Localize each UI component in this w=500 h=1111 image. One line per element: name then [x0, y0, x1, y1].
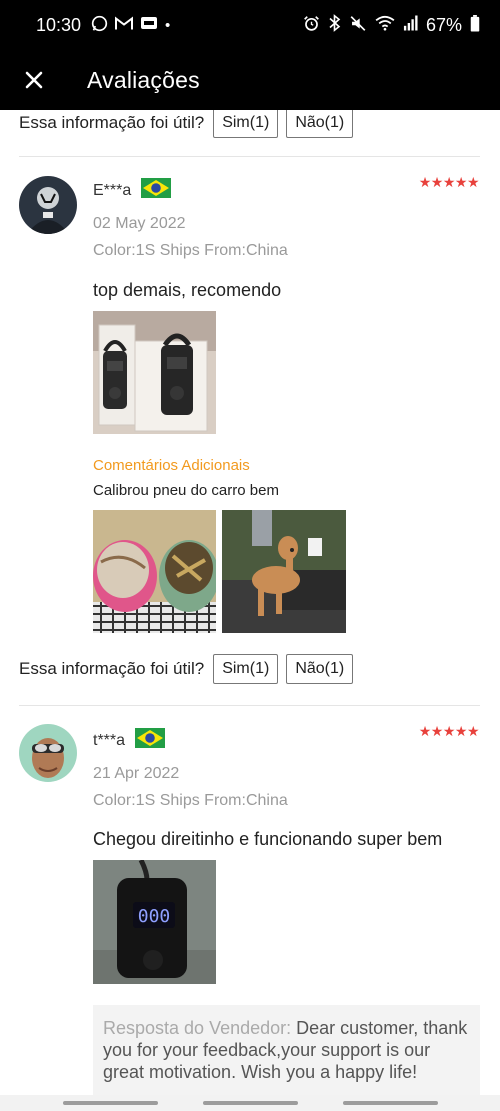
- star-icon: ★: [466, 174, 480, 190]
- star-icon: ★: [430, 723, 444, 739]
- system-nav-bar: [0, 1095, 500, 1111]
- whatsapp-icon: [91, 15, 108, 36]
- review-date: 02 May 2022: [93, 215, 186, 232]
- back-button[interactable]: [342, 1101, 438, 1105]
- app-header: Avaliações: [0, 50, 500, 110]
- helpful-question: Essa informação foi útil?: [19, 659, 205, 678]
- review-text: Chegou direitinho e funcionando super be…: [93, 829, 443, 849]
- star-icon: ★: [418, 723, 432, 739]
- seller-reply-label: Resposta do Vendedor:: [103, 1018, 292, 1038]
- star-icon: ★: [442, 723, 456, 739]
- helpful-yes-button[interactable]: Sim(1): [213, 654, 279, 684]
- dot-icon: •: [165, 16, 171, 34]
- additional-photo[interactable]: [93, 510, 216, 633]
- wifi-icon: [375, 15, 395, 35]
- bluetooth-icon: [328, 14, 341, 36]
- star-icon: ★: [430, 174, 444, 190]
- additional-comments-label: Comentários Adicionais: [93, 457, 250, 474]
- battery-icon: [470, 14, 480, 36]
- star-icon: ★: [466, 723, 480, 739]
- rating-stars: ★★★★★: [418, 723, 480, 740]
- mute-icon: [349, 15, 367, 36]
- review-variant: Color:1S Ships From:China: [93, 242, 288, 259]
- star-icon: ★: [454, 723, 468, 739]
- review-text: top demais, recomendo: [93, 280, 282, 300]
- status-time: 10:30: [36, 14, 82, 35]
- review-variant: Color:1S Ships From:China: [93, 792, 288, 809]
- recents-button[interactable]: [62, 1101, 158, 1105]
- alarm-icon: [303, 15, 320, 36]
- reviews-list[interactable]: Essa informação foi útil? Sim(1) Não(1) …: [0, 110, 500, 1095]
- avatar: [19, 724, 77, 782]
- gmail-icon: [115, 16, 134, 35]
- status-bar: 10:30 • 67%: [0, 0, 500, 50]
- signal-icon: [403, 15, 418, 35]
- seller-reply: Resposta do Vendedor: Dear customer, tha…: [93, 1005, 480, 1095]
- star-icon: ★: [454, 174, 468, 190]
- helpful-yes-button[interactable]: Sim(1): [213, 110, 279, 138]
- brazil-flag-icon: [141, 178, 172, 203]
- star-icon: ★: [442, 174, 456, 190]
- close-icon: [25, 71, 43, 89]
- page-title: Avaliações: [87, 66, 200, 93]
- additional-comments-text: Calibrou pneu do carro bem: [93, 482, 279, 499]
- review-photo[interactable]: 000: [93, 860, 216, 984]
- divider: [19, 705, 480, 706]
- reviewer-name: E***a: [93, 181, 132, 199]
- battery-percent: 67%: [425, 14, 462, 35]
- photo-display-text: 000: [138, 906, 171, 927]
- home-button[interactable]: [202, 1101, 298, 1105]
- helpful-question: Essa informação foi útil?: [19, 113, 205, 132]
- review-photo[interactable]: [93, 311, 216, 434]
- reviewer-name-row: E***a: [93, 178, 172, 203]
- reviewer-name: t***a: [93, 731, 126, 749]
- additional-photo[interactable]: [222, 510, 346, 633]
- reviewer-name-row: t***a: [93, 728, 166, 753]
- helpful-row: Essa informação foi útil? Sim(1) Não(1): [19, 110, 357, 138]
- divider: [19, 156, 480, 157]
- rating-stars: ★★★★★: [418, 174, 480, 191]
- helpful-no-button[interactable]: Não(1): [286, 654, 354, 684]
- brazil-flag-icon: [135, 728, 166, 753]
- avatar: [19, 176, 77, 234]
- review-date: 21 Apr 2022: [93, 765, 180, 782]
- helpful-row: Essa informação foi útil? Sim(1) Não(1): [19, 654, 357, 684]
- helpful-no-button[interactable]: Não(1): [286, 110, 354, 138]
- star-icon: ★: [418, 174, 432, 190]
- ticket-icon: [140, 16, 158, 34]
- close-button[interactable]: [9, 55, 59, 105]
